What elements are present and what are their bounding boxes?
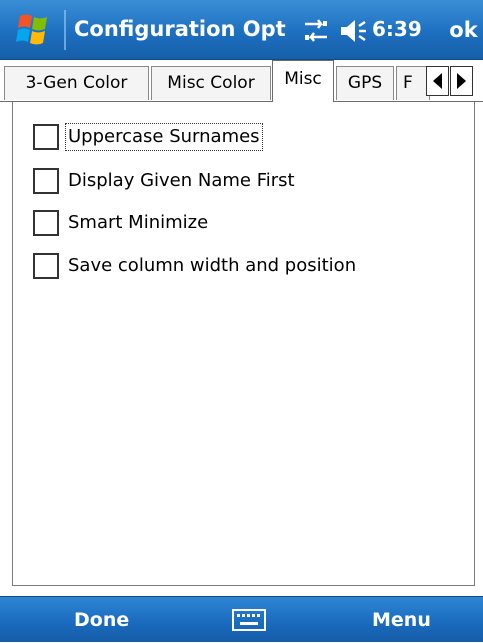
title-bar: Configuration Options 6:39 ok (0, 0, 483, 60)
option-save-column-width[interactable]: Save column width and position (13, 253, 453, 285)
tab-misc-color[interactable]: Misc Color (151, 66, 271, 100)
option-smart-minimize[interactable]: Smart Minimize (13, 210, 453, 242)
smart-minimize-checkbox[interactable] (33, 210, 59, 236)
speaker-icon[interactable] (338, 17, 368, 45)
menu-softkey[interactable]: Menu (372, 597, 431, 643)
tab-baseline (0, 101, 483, 102)
windows-flag-icon (16, 14, 47, 45)
uppercase-surnames-label[interactable]: Uppercase Surnames (65, 123, 263, 151)
tab-3-gen-color[interactable]: 3-Gen Color (4, 66, 149, 100)
tab-gps[interactable]: GPS (336, 66, 394, 100)
tab-scroll-control (426, 66, 474, 98)
uppercase-surnames-checkbox[interactable] (33, 124, 59, 150)
save-column-width-label[interactable]: Save column width and position (68, 253, 356, 279)
scroll-left-button[interactable] (426, 66, 449, 96)
done-softkey[interactable]: Done (74, 597, 129, 643)
scroll-right-button[interactable] (450, 66, 473, 96)
connectivity-icon[interactable] (301, 18, 331, 44)
ok-button[interactable]: ok (444, 8, 483, 52)
tab-misc[interactable]: Misc (272, 60, 334, 102)
scroll-right-icon (457, 73, 466, 89)
start-button[interactable] (14, 12, 54, 48)
keyboard-icon[interactable] (232, 609, 266, 631)
misc-options-panel: Uppercase Surnames Display Given Name Fi… (12, 102, 475, 586)
option-uppercase-surnames[interactable]: Uppercase Surnames (13, 123, 453, 156)
display-given-name-first-label[interactable]: Display Given Name First (68, 168, 295, 194)
window-title: Configuration Options (74, 17, 286, 41)
save-column-width-checkbox[interactable] (33, 253, 59, 279)
title-separator (64, 10, 66, 50)
softkey-bar: Done Menu (0, 596, 483, 642)
display-given-name-first-checkbox[interactable] (33, 168, 59, 194)
scroll-left-icon (433, 73, 442, 89)
tab-partial[interactable]: F (396, 66, 430, 100)
smart-minimize-label[interactable]: Smart Minimize (68, 210, 208, 236)
tab-strip: 3-Gen Color Misc Color Misc GPS F (0, 60, 483, 102)
clock[interactable]: 6:39 (372, 14, 422, 44)
option-display-given-name-first[interactable]: Display Given Name First (13, 168, 453, 200)
